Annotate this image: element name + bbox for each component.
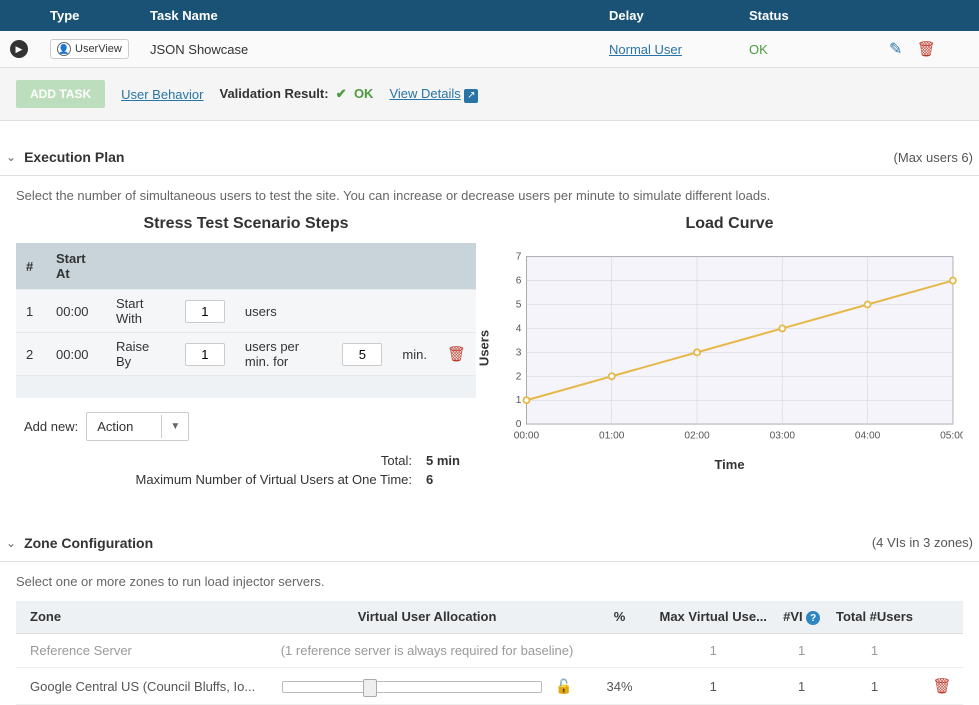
th-delay: Delay: [599, 0, 739, 31]
th-total: Total #Users: [828, 601, 922, 634]
th-status: Status: [739, 0, 879, 31]
max-vu-label: Maximum Number of Virtual Users at One T…: [136, 472, 412, 487]
user-behavior-link[interactable]: User Behavior: [121, 87, 203, 102]
action-dropdown-label: Action: [87, 413, 161, 440]
external-link-icon[interactable]: ↗: [464, 89, 478, 103]
chevron-down-icon[interactable]: ⌄: [6, 150, 16, 164]
task-table: Type Task Name Delay Status ▶ 👤 UserView…: [0, 0, 979, 68]
validation-ok: OK: [354, 86, 374, 101]
th-pct: %: [588, 601, 650, 634]
scenario-steps-table: # Start At 1 00:00 Start With users 2 00…: [16, 243, 476, 398]
validation-result-label: Validation Result:: [219, 86, 328, 101]
steps-blank-row: [16, 376, 476, 398]
execution-plan-header: ⌄ Execution Plan (Max users 6): [0, 139, 979, 176]
slider-thumb[interactable]: [363, 679, 377, 697]
load-curve-title: Load Curve: [496, 215, 963, 233]
userview-label: UserView: [75, 43, 122, 55]
svg-text:0: 0: [516, 419, 522, 430]
th-max: Max Virtual Use...: [651, 601, 776, 634]
zone-config-desc: Select one or more zones to run load inj…: [0, 562, 979, 601]
play-icon[interactable]: ▶: [10, 40, 28, 58]
zone-row-google: Google Central US (Council Bluffs, Io...…: [16, 668, 963, 705]
delete-icon[interactable]: 🗑: [917, 41, 936, 58]
svg-text:3: 3: [516, 347, 522, 358]
svg-text:00:00: 00:00: [514, 430, 540, 441]
execution-plan-desc: Select the number of simultaneous users …: [0, 176, 979, 215]
svg-text:2: 2: [516, 371, 522, 382]
zone-config-header: ⌄ Zone Configuration (4 VIs in 3 zones): [0, 525, 979, 562]
total-label: Total:: [381, 453, 412, 468]
th-alloc: Virtual User Allocation: [266, 601, 589, 634]
step-row-1: 1 00:00 Start With users: [16, 290, 476, 333]
load-curve-chart: Users 0123456700:0001:0002:0003:0004:000…: [496, 243, 963, 453]
step-row-2: 2 00:00 Raise By users per min. for min.…: [16, 333, 476, 376]
help-icon[interactable]: ?: [806, 611, 820, 625]
svg-text:6: 6: [516, 276, 522, 287]
max-users-note: (Max users 6): [894, 150, 973, 165]
edit-icon[interactable]: ✎: [889, 41, 902, 58]
svg-text:7: 7: [516, 252, 522, 263]
task-name-cell: JSON Showcase: [140, 31, 599, 68]
th-vi: #VI ?: [776, 601, 828, 634]
th-zone: Zone: [16, 601, 266, 634]
allocation-slider[interactable]: [282, 681, 542, 693]
th-num: #: [16, 243, 46, 290]
add-task-button[interactable]: ADD TASK: [16, 80, 105, 108]
chevron-down-icon[interactable]: ⌄: [6, 536, 16, 550]
svg-text:1: 1: [516, 395, 522, 406]
view-details-link[interactable]: View Details: [389, 86, 460, 101]
th-task-name: Task Name: [140, 0, 599, 31]
unlock-icon[interactable]: 🔓: [555, 678, 572, 695]
chart-xlabel: Time: [496, 457, 963, 472]
th-type: Type: [40, 0, 140, 31]
svg-text:03:00: 03:00: [770, 430, 796, 441]
th-start-at: Start At: [46, 243, 106, 290]
zone-config-note: (4 VIs in 3 zones): [872, 535, 973, 550]
duration-input[interactable]: [342, 343, 382, 366]
svg-text:4: 4: [516, 323, 522, 334]
status-ok: OK: [749, 42, 768, 57]
zone-config-title: Zone Configuration: [24, 535, 153, 551]
chart-ylabel: Users: [477, 330, 492, 366]
task-toolbar: ADD TASK User Behavior Validation Result…: [0, 68, 979, 121]
svg-text:02:00: 02:00: [684, 430, 710, 441]
delete-zone-icon[interactable]: 🗑: [933, 678, 952, 695]
task-row: ▶ 👤 UserView JSON Showcase Normal User O…: [0, 31, 979, 68]
userview-button[interactable]: 👤 UserView: [50, 39, 129, 59]
svg-text:5: 5: [516, 300, 522, 311]
user-icon: 👤: [57, 42, 71, 56]
add-new-label: Add new:: [24, 419, 78, 434]
steps-title: Stress Test Scenario Steps: [16, 215, 476, 233]
zone-table: Zone Virtual User Allocation % Max Virtu…: [16, 601, 963, 705]
chevron-down-icon: ▼: [161, 415, 188, 438]
total-value: 5 min: [426, 453, 476, 468]
delete-step-icon[interactable]: 🗑: [447, 346, 466, 363]
max-vu-value: 6: [426, 472, 476, 487]
delay-link[interactable]: Normal User: [609, 42, 682, 57]
start-with-input[interactable]: [185, 300, 225, 323]
raise-by-input[interactable]: [185, 343, 225, 366]
zone-row-reference: Reference Server (1 reference server is …: [16, 634, 963, 668]
svg-text:01:00: 01:00: [599, 430, 625, 441]
svg-text:05:00: 05:00: [940, 430, 963, 441]
execution-plan-title: Execution Plan: [24, 149, 124, 165]
action-dropdown[interactable]: Action ▼: [86, 412, 189, 441]
check-icon: ✔: [336, 86, 347, 101]
chart-svg: 0 1 2 3 4 5 6 7 00:00 01:00 02:00 03:00 04:00 05:00: [496, 243, 963, 453]
svg-text:04:00: 04:00: [855, 430, 881, 441]
